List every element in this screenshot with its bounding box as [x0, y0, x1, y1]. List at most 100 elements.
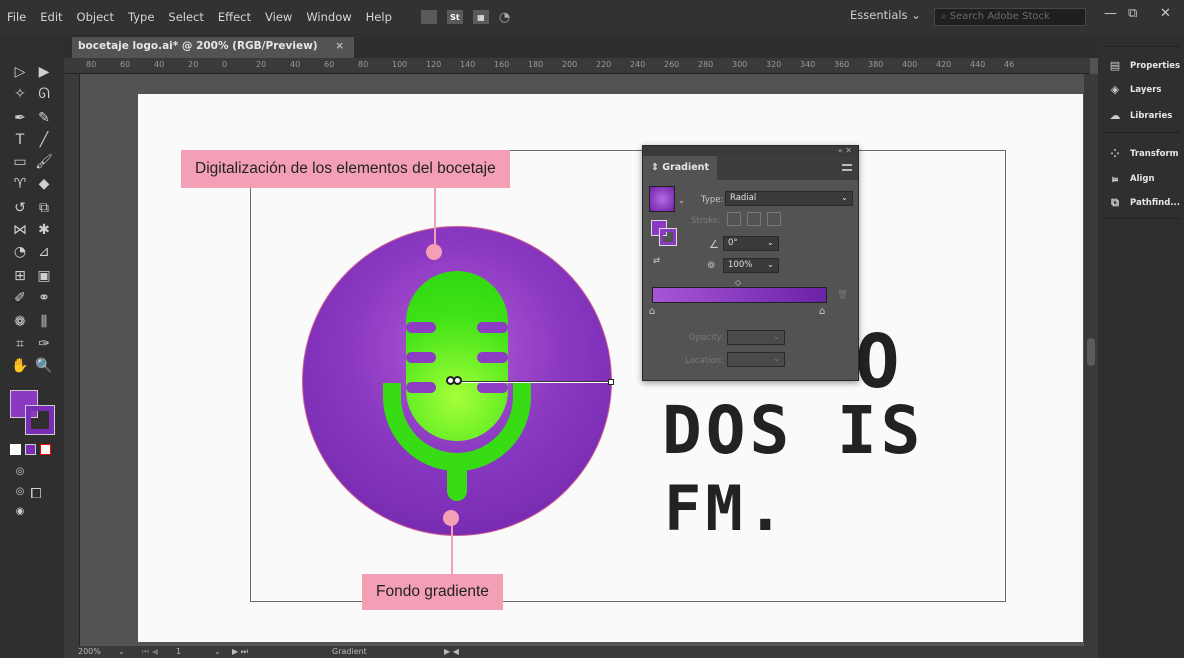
transform-icon: ⁘ — [1110, 147, 1120, 160]
ruler-tick: 280 — [698, 60, 714, 69]
ruler-tick: 160 — [494, 60, 510, 69]
artboard-tool-icon[interactable]: ⌗ — [10, 334, 30, 354]
gpu-performance-icon[interactable]: ◔ — [499, 10, 510, 25]
column-graph-tool-icon[interactable]: ⫼ — [34, 312, 54, 332]
gradient-center-handle[interactable] — [453, 376, 462, 385]
eraser-tool-icon[interactable]: ◆ — [34, 174, 54, 194]
zoom-level[interactable]: 200% — [78, 647, 101, 656]
artboard-number[interactable]: 1 — [176, 647, 181, 656]
shaper-tool-icon[interactable]: ♈ — [10, 174, 30, 194]
panel-collapse-icon[interactable]: « ✕ — [643, 146, 858, 156]
opacity-field[interactable]: ⌄ — [727, 330, 785, 345]
blend-tool-icon[interactable]: ⚭ — [34, 288, 54, 308]
first-artboard-icon[interactable]: ⏮ ◀ — [142, 647, 158, 657]
pathfinder-panel-button[interactable]: ⧉ Pathfind... — [1108, 197, 1180, 209]
swatch-dropdown-icon[interactable]: ⌄ — [678, 196, 685, 206]
color-stop-start[interactable]: ⌂ — [649, 306, 655, 317]
color-stop-end[interactable]: ⌂ — [819, 306, 825, 317]
color-mode-icons[interactable] — [10, 444, 60, 456]
close-tab-icon[interactable]: × — [335, 40, 344, 52]
vertical-scrollbar[interactable] — [1084, 74, 1098, 646]
vertical-scroll-thumb[interactable] — [1087, 338, 1095, 366]
screen-mode-icon[interactable]: ⧠ — [26, 484, 46, 504]
status-menu-icon[interactable]: ▶ ◀ — [444, 647, 459, 656]
paintbrush-tool-icon[interactable]: 🖌 — [34, 152, 54, 172]
direct-selection-tool-icon[interactable]: ▷ — [10, 62, 30, 82]
gradient-annotator-line[interactable] — [455, 381, 611, 383]
microphone-holder-icon — [383, 383, 531, 471]
gradient-swatch[interactable] — [649, 186, 675, 212]
arrange-documents-icon[interactable]: ▦ — [472, 10, 489, 24]
search-stock-input[interactable]: ⌕ Search Adobe Stock — [934, 8, 1086, 26]
callout-top-pin — [426, 244, 442, 260]
fill-stroke-icon[interactable] — [651, 220, 677, 246]
aspect-ratio-field[interactable]: 100% ⌄ — [723, 258, 779, 273]
artboard-dropdown-icon[interactable]: ⌄ — [214, 647, 221, 656]
menu-type[interactable]: Type — [121, 10, 161, 24]
location-field[interactable]: ⌄ — [727, 352, 785, 367]
curvature-tool-icon[interactable]: ✎ — [34, 108, 54, 128]
zoom-dropdown-icon[interactable]: ⌄ — [118, 647, 125, 656]
document-tab[interactable]: bocetaje logo.ai* @ 200% (RGB/Preview) × — [72, 37, 355, 58]
transform-panel-button[interactable]: ⁘ Transform — [1108, 147, 1178, 160]
magic-wand-tool-icon[interactable]: ✧ — [10, 84, 30, 104]
menu-edit[interactable]: Edit — [33, 10, 69, 24]
menu-help[interactable]: Help — [359, 10, 399, 24]
panel-menu-icon[interactable] — [842, 164, 852, 171]
mesh-tool-icon[interactable]: ⊞ — [10, 266, 30, 286]
menu-view[interactable]: View — [258, 10, 299, 24]
gradient-tab[interactable]: ⇕ Gradient — [643, 156, 717, 180]
lasso-tool-icon[interactable]: ᘏ — [34, 84, 54, 104]
zoom-tool-icon[interactable]: 🔍 — [34, 356, 54, 376]
gradient-panel: « ✕ ⇕ Gradient ⌄ Type: Radial ⌄ Stroke: ∠… — [642, 145, 859, 381]
menu-object[interactable]: Object — [70, 10, 121, 24]
gradient-end-handle[interactable] — [608, 379, 614, 385]
close-window-button[interactable]: ✕ — [1160, 6, 1171, 21]
slice-tool-icon[interactable]: ✑ — [34, 334, 54, 354]
type-select[interactable]: Radial ⌄ — [725, 191, 853, 206]
draw-mode-icon[interactable]: ◎ ◎ ◉ — [10, 462, 30, 517]
menu-select[interactable]: Select — [161, 10, 210, 24]
type-tool-icon[interactable]: T — [10, 130, 30, 150]
selection-tool-icon[interactable]: ▶ — [34, 62, 54, 82]
workspace-switcher[interactable]: Essentials ⌄ — [850, 8, 921, 22]
opacity-label: Opacity: — [689, 333, 724, 343]
gradient-tool-icon[interactable]: ▣ — [34, 266, 54, 286]
stroke-label: Stroke: — [691, 216, 721, 226]
next-artboard-icon[interactable]: ▶ ⏭ — [232, 647, 248, 657]
libraries-panel-button[interactable]: ☁ Libraries — [1108, 110, 1173, 122]
stock-icon[interactable]: St — [446, 10, 463, 24]
hand-tool-icon[interactable]: ✋ — [10, 356, 30, 376]
line-tool-icon[interactable]: ╱ — [34, 130, 54, 150]
rectangle-tool-icon[interactable]: ▭ — [10, 152, 30, 172]
callout-top: Digitalización de los elementos del boce… — [181, 150, 510, 188]
sketch-line-dosis: DOS IS — [662, 392, 925, 469]
symbol-sprayer-tool-icon[interactable]: ❁ — [10, 312, 30, 332]
gradient-slider[interactable] — [652, 287, 827, 303]
stroke-options-icons[interactable] — [727, 212, 781, 226]
reverse-gradient-icon[interactable]: ⇄ — [653, 256, 660, 266]
properties-panel-button[interactable]: ▤ Properties — [1108, 60, 1180, 72]
stroke-swatch[interactable] — [25, 405, 55, 435]
restore-button[interactable]: ⧉ — [1128, 6, 1137, 21]
align-panel-button[interactable]: ⫢ Align — [1108, 173, 1155, 185]
menu-window[interactable]: Window — [299, 10, 358, 24]
perspective-grid-tool-icon[interactable]: ⊿ — [34, 242, 54, 262]
minimize-button[interactable]: — — [1104, 6, 1117, 21]
layers-panel-button[interactable]: ◈ Layers — [1108, 84, 1162, 96]
shape-builder-tool-icon[interactable]: ◔ — [10, 242, 30, 262]
bridge-icon[interactable] — [420, 10, 437, 24]
menu-effect[interactable]: Effect — [211, 10, 258, 24]
puppet-warp-tool-icon[interactable]: ✱ — [34, 220, 54, 240]
pen-tool-icon[interactable]: ✒ — [10, 108, 30, 128]
scale-tool-icon[interactable]: ⧉ — [34, 198, 54, 218]
eyedropper-tool-icon[interactable]: ✐ — [10, 288, 30, 308]
width-tool-icon[interactable]: ⋈ — [10, 220, 30, 240]
angle-field[interactable]: 0° ⌄ — [723, 236, 779, 251]
menu-file[interactable]: File — [0, 10, 33, 24]
canvas[interactable]: O DOS IS FM. Digitalización de los eleme… — [80, 74, 1090, 646]
mic-slot — [477, 322, 508, 333]
delete-stop-icon[interactable]: 🗑 — [837, 290, 848, 300]
rotate-tool-icon[interactable]: ↺ — [10, 198, 30, 218]
midpoint-diamond-icon[interactable]: ◇ — [735, 278, 741, 287]
